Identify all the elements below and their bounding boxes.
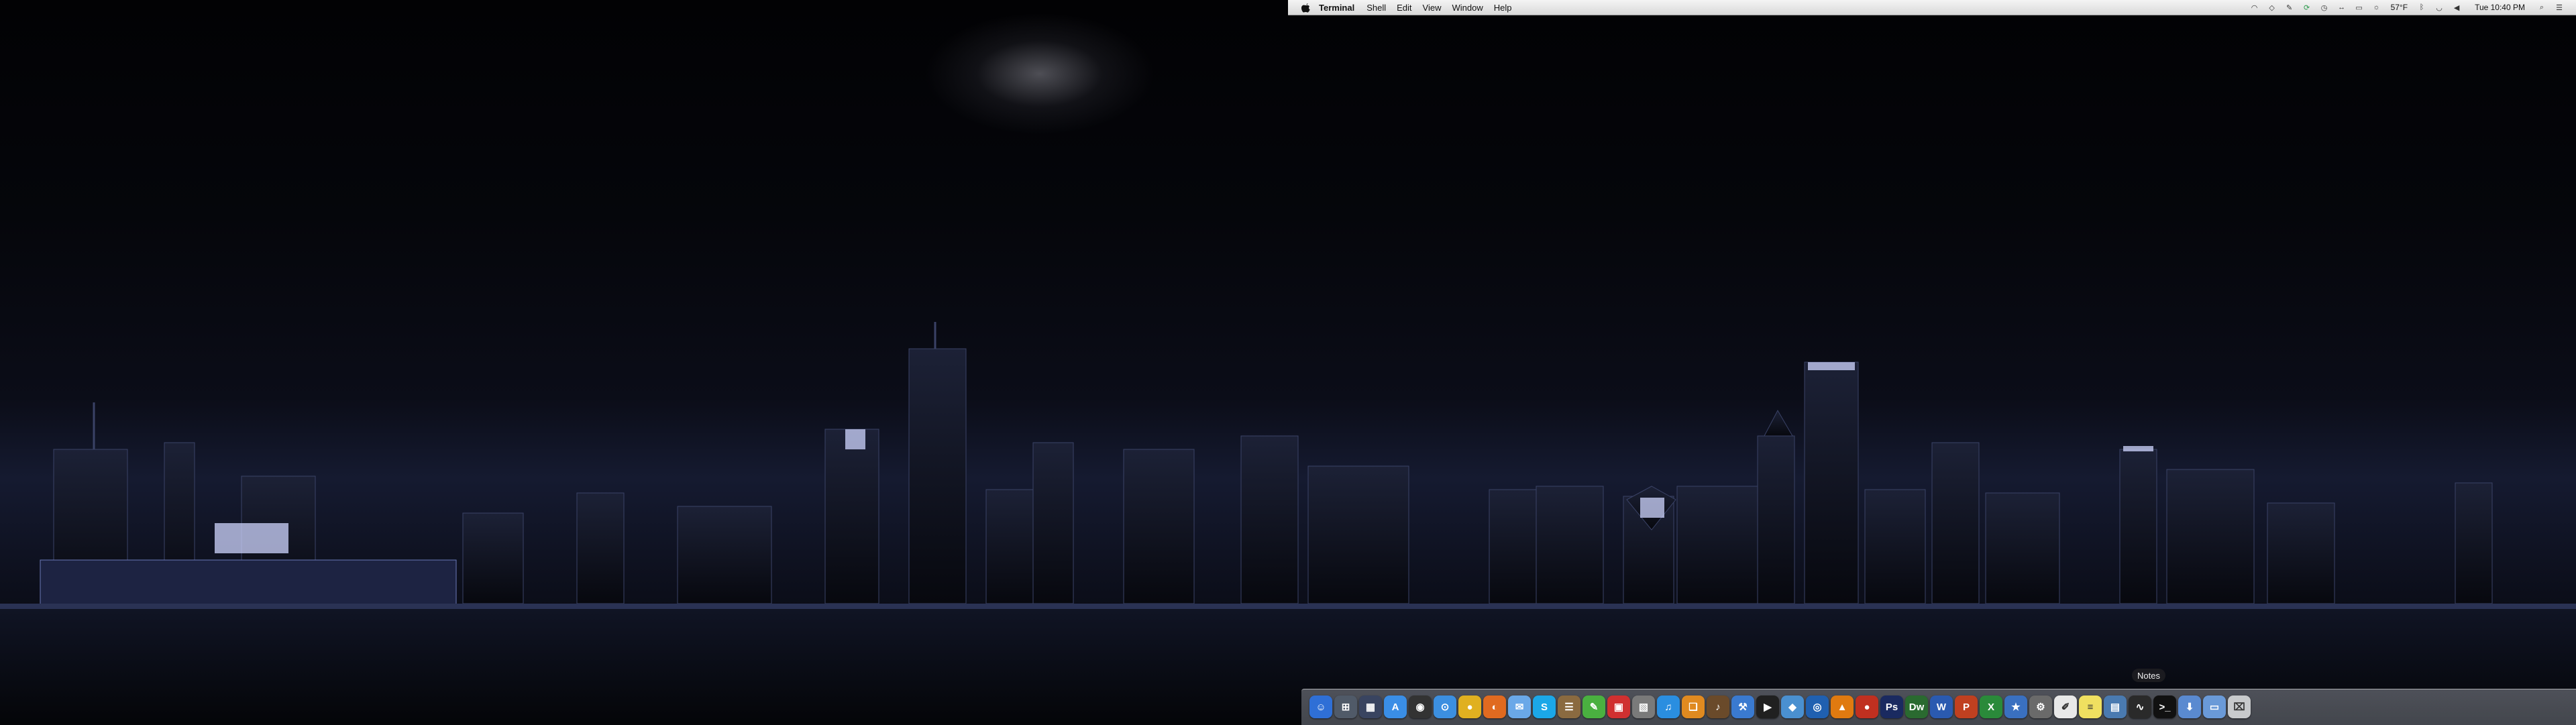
- notes-icon[interactable]: ≡: [2079, 695, 2102, 718]
- skype-icon[interactable]: S: [1533, 695, 1556, 718]
- evernote-status-icon[interactable]: ✎: [2285, 3, 2294, 12]
- system-preferences-icon[interactable]: ⚙: [2029, 695, 2052, 718]
- xcode-icon[interactable]: ⚒: [1731, 695, 1754, 718]
- weather-icon[interactable]: ☼: [2372, 3, 2381, 12]
- apple-icon[interactable]: [1300, 2, 1311, 13]
- menu-view[interactable]: View: [1423, 3, 1442, 13]
- garageband-icon[interactable]: ♪: [1707, 695, 1729, 718]
- clock[interactable]: Tue 10:40 PM: [2475, 3, 2525, 12]
- chrome-icon[interactable]: ●: [1458, 695, 1481, 718]
- app-name-menu[interactable]: Terminal: [1319, 3, 1354, 13]
- downloads-folder-icon[interactable]: ⬇: [2178, 695, 2201, 718]
- network-icon[interactable]: ◎: [1806, 695, 1829, 718]
- dock-tooltip: Notes: [2132, 669, 2165, 682]
- menu-shell[interactable]: Shell: [1366, 3, 1386, 13]
- battery-icon[interactable]: ▭: [2355, 3, 2364, 12]
- spotlight-search-icon[interactable]: ⌕: [2537, 3, 2546, 12]
- photos-icon[interactable]: ▧: [1632, 695, 1655, 718]
- wunderlist-icon[interactable]: ★: [2004, 695, 2027, 718]
- launchpad-icon[interactable]: ⊞: [1334, 695, 1357, 718]
- word-icon[interactable]: W: [1930, 695, 1953, 718]
- photoshop-icon[interactable]: Ps: [1880, 695, 1903, 718]
- sequel-icon[interactable]: ◆: [1781, 695, 1804, 718]
- wifi-icon[interactable]: ◡: [2434, 3, 2444, 12]
- itunes-icon[interactable]: ♫: [1657, 695, 1680, 718]
- dropbox-icon[interactable]: ◇: [2267, 3, 2277, 12]
- temperature-readout[interactable]: 57°F: [2391, 3, 2408, 12]
- sync-icon[interactable]: ⟳: [2302, 3, 2312, 12]
- firefox-icon[interactable]: ◐: [1483, 695, 1506, 718]
- menu-help[interactable]: Help: [1494, 3, 1512, 13]
- terminal-icon[interactable]: >_: [2153, 695, 2176, 718]
- excel-icon[interactable]: X: [1980, 695, 2002, 718]
- volume-icon[interactable]: ◀: [2452, 3, 2461, 12]
- dock: ☺ ⊞ ▦ A ◉ ⊙ ● ◐ ✉ S ☰ ✎ ▣ ▧ ♫ ❑ ♪ ⚒ ▶ ◆ ◎ ▲ ● Ps Dw W P X ★ ⚙ ✐ ≡ ▤ ∿ >_ ⬇ ▭…: [1301, 689, 2576, 725]
- mission-control-icon[interactable]: ▦: [1359, 695, 1382, 718]
- bluetooth-icon[interactable]: ᛒ: [2417, 3, 2426, 12]
- ibooks-icon[interactable]: ❑: [1682, 695, 1705, 718]
- menu-edit[interactable]: Edit: [1397, 3, 1411, 13]
- app-store-icon[interactable]: A: [1384, 695, 1407, 718]
- textedit-icon[interactable]: ✐: [2054, 695, 2077, 718]
- evernote-icon[interactable]: ✎: [1582, 695, 1605, 718]
- dreamweaver-icon[interactable]: Dw: [1905, 695, 1928, 718]
- transmission-icon[interactable]: ●: [1856, 695, 1878, 718]
- dashboard-icon[interactable]: ◉: [1409, 695, 1432, 718]
- trash-icon[interactable]: ⌧: [2228, 695, 2251, 718]
- menu-bar: Terminal Shell Edit View Window Help ◠ ◇…: [1288, 0, 2576, 15]
- documents-folder-icon[interactable]: ▭: [2203, 695, 2226, 718]
- headphones-icon[interactable]: ◠: [2250, 3, 2259, 12]
- desktop-wallpaper: [0, 0, 2576, 724]
- notification-center-icon[interactable]: ☰: [2555, 3, 2564, 12]
- finder-icon[interactable]: ☺: [1309, 695, 1332, 718]
- contacts-icon[interactable]: ☰: [1558, 695, 1580, 718]
- safari-icon[interactable]: ⊙: [1434, 695, 1456, 718]
- powerpoint-icon[interactable]: P: [1955, 695, 1978, 718]
- city-skyline-wallpaper: [0, 322, 2576, 724]
- mail-icon[interactable]: ✉: [1508, 695, 1531, 718]
- time-machine-icon[interactable]: ◷: [2320, 3, 2329, 12]
- vlc-icon[interactable]: ▲: [1831, 695, 1854, 718]
- terminal-tool-icon[interactable]: ▶: [1756, 695, 1779, 718]
- dock-icon-row: ☺ ⊞ ▦ A ◉ ⊙ ● ◐ ✉ S ☰ ✎ ▣ ▧ ♫ ❑ ♪ ⚒ ▶ ◆ ◎ ▲ ● Ps Dw W P X ★ ⚙ ✐ ≡ ▤ ∿ >_ ⬇ ▭…: [1309, 692, 2251, 722]
- preview-icon[interactable]: ▤: [2104, 695, 2127, 718]
- calendar-icon[interactable]: ▣: [1607, 695, 1630, 718]
- menu-window[interactable]: Window: [1452, 3, 1483, 13]
- activity-monitor-icon[interactable]: ∿: [2129, 695, 2151, 718]
- resize-arrows-icon[interactable]: ↔: [2337, 3, 2347, 12]
